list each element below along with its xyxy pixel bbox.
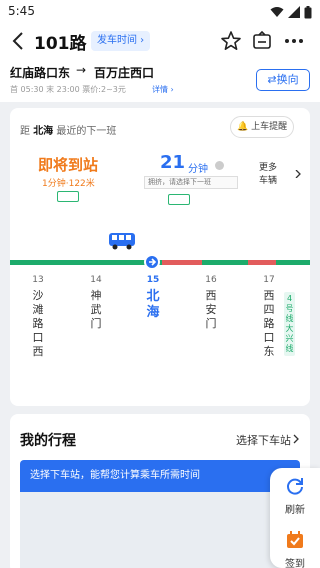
route-destination: 百万庄西口 (94, 66, 155, 80)
route-title: 101路 (34, 34, 87, 54)
subway-transfer-tag: 4号线大兴线 (284, 292, 295, 356)
stop-item[interactable]: 13 沙滩路口西 (29, 275, 47, 359)
bell-icon: 🔔 (237, 122, 249, 132)
status-time: 5:45 (8, 4, 35, 18)
info-icon[interactable] (215, 161, 224, 170)
stop-number: 14 (90, 275, 102, 285)
arrival-card: 距 北海 最近的下一班 🔔 上车提醒 即将到站 1分钟·122米 21 分钟 拥… (10, 108, 310, 206)
chevron-right-icon: › (137, 35, 145, 46)
seat-availability-icon (57, 191, 79, 202)
status-bar: 5:45 (0, 0, 320, 24)
seat-availability-icon (168, 194, 190, 205)
stop-name: 沙滩路口西 (32, 289, 44, 358)
select-alight-stop-link[interactable]: 选择下车站 (236, 432, 291, 448)
more-buses-label-1: 更多 (259, 163, 278, 173)
route-info: 红庙路口东 → 百万庄西口 首 05:30 末 23:00 票价:2~3元 详情… (0, 58, 320, 102)
bus2-eta-minutes: 21 (160, 152, 186, 173)
route-detail-link[interactable]: 详情 › (152, 84, 174, 95)
departure-time-label: 发车时间 (97, 35, 137, 46)
route-stops-line: 13 沙滩路口西 14 神武门 15 北海 16 西安门 17 西四路口东 4号… (10, 206, 310, 406)
checkin-label[interactable]: 签到 (270, 555, 320, 568)
stop-number: 15 (146, 275, 160, 285)
crowding-tip: 拥挤，请选择下一班 (144, 176, 238, 189)
stop-number: 16 (205, 275, 217, 285)
more-buses-label-2: 车辆 (259, 176, 278, 186)
current-stop-marker (144, 254, 160, 270)
route-origin: 红庙路口东 (10, 66, 71, 80)
more-buses-link[interactable]: 更多 车辆 (259, 162, 277, 188)
chevron-right-icon (295, 170, 301, 178)
stop-item[interactable]: 14 神武门 (87, 275, 105, 331)
floating-tool-panel: 刷新 签到 (270, 468, 320, 568)
more-options-icon[interactable] (282, 30, 306, 52)
route-detail-label: 详情 (152, 85, 168, 94)
status-icons (270, 4, 312, 20)
stop-number: 17 (263, 275, 275, 285)
switch-direction-button[interactable]: ⇄换向 (256, 69, 310, 91)
congestion-segment (248, 260, 276, 265)
signal-icon (288, 6, 300, 18)
battery-icon (304, 5, 312, 18)
distance-suffix: 最近的下一班 (56, 126, 117, 137)
checkin-calendar-icon[interactable] (285, 530, 305, 550)
my-trip-title: 我的行程 (20, 433, 76, 449)
stop-name: 北海 (146, 289, 160, 320)
top-nav-bar: 101路 发车时间 › (0, 24, 320, 58)
bus2-eta-unit: 分钟 (188, 164, 208, 175)
departure-time-button[interactable]: 发车时间 › (91, 31, 151, 51)
route-schedule-fare: 首 05:30 末 23:00 票价:2~3元 (10, 85, 126, 94)
stop-item-current[interactable]: 15 北海 (144, 275, 162, 321)
route-direction-arrow: → (76, 63, 87, 77)
boarding-reminder-label: 上车提醒 (251, 122, 288, 132)
refresh-icon[interactable] (285, 476, 305, 496)
bus1-arrival-status: 即将到站 (38, 156, 99, 174)
bus-board-icon[interactable] (251, 30, 273, 52)
stop-item[interactable]: 16 西安门 (202, 275, 220, 331)
stop-name: 西安门 (205, 289, 217, 330)
trip-content-area (20, 492, 300, 568)
stop-name: 神武门 (90, 289, 102, 330)
my-trip-card: 我的行程 选择下车站 选择下车站，能帮您计算乘车所需时间 (10, 414, 310, 568)
arrow-right-icon (149, 258, 157, 266)
current-stop-name: 北海 (33, 126, 54, 137)
wifi-icon (270, 7, 284, 17)
back-arrow-icon[interactable] (8, 30, 30, 52)
bus-icon[interactable] (108, 232, 136, 250)
next-bus-label: 距 北海 最近的下一班 (20, 122, 116, 137)
stop-name: 西四路口东 (263, 289, 275, 358)
trip-hint-banner[interactable]: 选择下车站，能帮您计算乘车所需时间 (20, 460, 300, 492)
boarding-reminder-button[interactable]: 🔔 上车提醒 (230, 116, 295, 138)
star-icon[interactable] (220, 30, 242, 52)
chevron-right-icon (293, 434, 299, 444)
refresh-label[interactable]: 刷新 (270, 501, 320, 516)
bus1-eta-distance: 1分钟·122米 (42, 179, 95, 189)
distance-prefix: 距 (20, 126, 30, 137)
stop-item[interactable]: 17 西四路口东 (260, 275, 278, 359)
congestion-segment (162, 260, 202, 265)
stop-number: 13 (32, 275, 44, 285)
